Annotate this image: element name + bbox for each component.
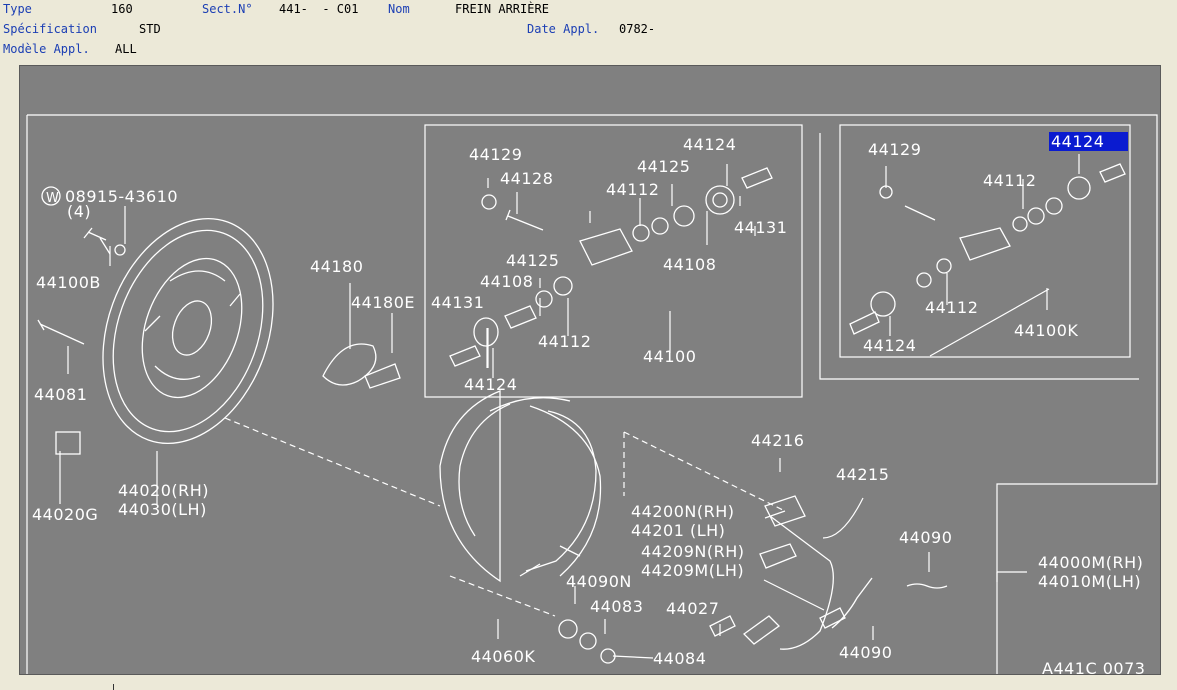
section-value: 441- - C01 (279, 2, 359, 16)
label-44108-box-left[interactable]: 44108 (480, 272, 533, 291)
label-44010m[interactable]: 44010M(LH) (1038, 572, 1141, 591)
label-44108-box-right[interactable]: 44108 (663, 255, 716, 274)
status-divider (113, 684, 114, 690)
exploded-diagram-panel[interactable]: W 08915-43610 (4) 44100B 44081 44020G 44… (19, 65, 1161, 675)
label-44131-box-right[interactable]: 44131 (734, 218, 787, 237)
label-44090-lower[interactable]: 44090 (839, 643, 892, 662)
label-44215[interactable]: 44215 (836, 465, 889, 484)
label-44209m[interactable]: 44209M(LH) (641, 561, 744, 580)
specification-value: STD (139, 22, 161, 36)
label-44124-box-top[interactable]: 44124 (683, 135, 736, 154)
label-44200n[interactable]: 44200N(RH) (631, 502, 735, 521)
label-44112-kit-top[interactable]: 44112 (983, 171, 1036, 190)
plug-44020g[interactable] (55, 431, 81, 455)
label-44027[interactable]: 44027 (666, 599, 719, 618)
label-44129-box[interactable]: 44129 (469, 145, 522, 164)
adjuster-44180e[interactable] (364, 363, 401, 389)
section-label: Sect.N° (202, 2, 253, 16)
spring-44083[interactable] (579, 632, 597, 650)
spring-44090-lower[interactable] (819, 607, 846, 629)
header-bar: Type 160 Sect.N° 441- - C01 Nom FREIN AR… (0, 0, 1177, 62)
washer[interactable] (114, 244, 126, 256)
bolt-44100b[interactable] (83, 227, 111, 255)
label-44100[interactable]: 44100 (643, 347, 696, 366)
label-44201[interactable]: 44201 (LH) (631, 521, 725, 540)
label-44125-box-top[interactable]: 44125 (637, 157, 690, 176)
label-44020g[interactable]: 44020G (32, 505, 98, 524)
type-value: 160 (111, 2, 133, 16)
cable-44215[interactable] (769, 515, 834, 650)
label-44112-box-bottom[interactable]: 44112 (538, 332, 591, 351)
label-44216[interactable]: 44216 (751, 431, 804, 450)
label-44083[interactable]: 44083 (590, 597, 643, 616)
label-44084[interactable]: 44084 (653, 649, 706, 668)
type-label: Type (3, 2, 32, 16)
label-44131-box-left[interactable]: 44131 (431, 293, 484, 312)
label-qty: (4) (67, 202, 91, 221)
label-44124-kit-bottom[interactable]: 44124 (863, 336, 916, 355)
label-44030[interactable]: 44030(LH) (118, 500, 207, 519)
cup-44090n[interactable] (558, 619, 578, 639)
label-44209n[interactable]: 44209N(RH) (641, 542, 745, 561)
label-44124-box-bottom[interactable]: 44124 (464, 375, 517, 394)
spring-44090[interactable] (831, 577, 948, 629)
label-44180e[interactable]: 44180E (351, 293, 415, 312)
name-label: Nom (388, 2, 410, 16)
label-44124-kit-selected[interactable]: 44124 (1051, 132, 1104, 151)
label-44112-kit-bottom[interactable]: 44112 (925, 298, 978, 317)
label-44128[interactable]: 44128 (500, 169, 553, 188)
label-44090n[interactable]: 44090N (566, 572, 632, 591)
model-label: Modèle Appl. (3, 42, 90, 56)
outer-frame (26, 114, 1158, 674)
model-value: ALL (115, 42, 137, 56)
label-44125-box-left[interactable]: 44125 (506, 251, 559, 270)
cup-44084[interactable] (600, 648, 616, 664)
drawing-code: A441C 0073 (1042, 659, 1145, 675)
label-44020[interactable]: 44020(RH) (118, 481, 209, 500)
label-44180[interactable]: 44180 (310, 257, 363, 276)
pin-44081[interactable] (37, 319, 85, 345)
brake-diagram[interactable]: W 08915-43610 (4) 44100B 44081 44020G 44… (20, 66, 1161, 675)
backing-plate[interactable] (73, 195, 303, 468)
label-44000m[interactable]: 44000M(RH) (1038, 553, 1143, 572)
date-value: 0782- (619, 22, 656, 36)
label-44081[interactable]: 44081 (34, 385, 87, 404)
wheel-cylinder-frame (424, 124, 803, 398)
date-label: Date Appl. (527, 22, 600, 36)
label-44100k[interactable]: 44100K (1014, 321, 1078, 340)
name-value: FREIN ARRIÈRE (455, 2, 549, 16)
label-44090-upper[interactable]: 44090 (899, 528, 952, 547)
adjuster-44180[interactable] (322, 343, 377, 386)
status-strip (0, 675, 1177, 690)
strut-44027[interactable] (742, 615, 781, 645)
label-44112-box-top[interactable]: 44112 (606, 180, 659, 199)
label-44100b[interactable]: 44100B (36, 273, 101, 292)
pin-44027[interactable] (709, 615, 736, 637)
brake-shoe-assembly[interactable] (439, 390, 602, 583)
label-44129-kit[interactable]: 44129 (868, 140, 921, 159)
kit-inner-frame (839, 124, 1131, 358)
label-44060k[interactable]: 44060K (471, 647, 535, 666)
lever-44209[interactable] (759, 543, 797, 569)
weld-letter: W (46, 191, 59, 206)
specification-label: Spécification (3, 22, 97, 36)
